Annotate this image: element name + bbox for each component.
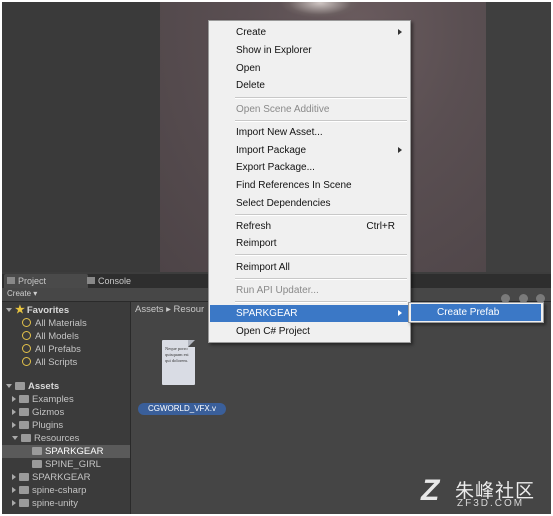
tree-folder-plugins[interactable]: Plugins: [12, 419, 63, 432]
menu-separator: [235, 214, 407, 216]
favorite-item[interactable]: All Prefabs: [22, 343, 81, 356]
menu-item-select-dependencies[interactable]: Select Dependencies: [210, 195, 409, 212]
asset-file-name[interactable]: CGWORLD_VFX.v: [138, 403, 226, 415]
menu-item-show-in-explorer[interactable]: Show in Explorer: [210, 42, 409, 59]
search-icon: [22, 357, 31, 366]
expand-icon: [12, 487, 16, 493]
submenu-arrow-icon: [398, 147, 402, 153]
favorite-item[interactable]: All Models: [22, 330, 79, 343]
menu-item-create-prefab[interactable]: Create Prefab: [411, 304, 541, 321]
tab-project[interactable]: Project: [4, 274, 88, 288]
watermark-logo-icon: Z: [421, 474, 440, 507]
favorite-item[interactable]: All Materials: [22, 317, 87, 330]
folder-icon: [15, 382, 25, 390]
tree-folder-examples[interactable]: Examples: [12, 393, 74, 406]
menu-separator: [235, 278, 407, 280]
folder-icon: [19, 408, 29, 416]
expand-icon: [12, 500, 16, 506]
tree-folder-spine-csharp[interactable]: spine-csharp: [12, 484, 86, 497]
folder-icon: [19, 499, 29, 507]
menu-item-find-references[interactable]: Find References In Scene: [210, 177, 409, 194]
submenu-arrow-icon: [398, 29, 402, 35]
folder-icon: [7, 277, 15, 284]
menu-item-open[interactable]: Open: [210, 60, 409, 77]
menu-item-export-package[interactable]: Export Package...: [210, 159, 409, 176]
inspector-panel: [486, 2, 551, 272]
search-icon: [22, 331, 31, 340]
expand-icon: [12, 422, 16, 428]
menu-item-sparkgear[interactable]: SPARKGEAR: [210, 305, 409, 322]
tree-folder-resources[interactable]: Resources: [12, 432, 79, 445]
favorites-header[interactable]: ★ Favorites: [6, 304, 69, 317]
folder-icon: [19, 473, 29, 481]
menu-item-reimport[interactable]: Reimport: [210, 235, 409, 252]
menu-item-reimport-all[interactable]: Reimport All: [210, 259, 409, 276]
scene-object: [280, 2, 360, 18]
menu-item-create[interactable]: Create: [210, 24, 409, 41]
favorite-item[interactable]: All Scripts: [22, 356, 77, 369]
menu-item-open-csharp-project[interactable]: Open C# Project: [210, 323, 409, 340]
expand-icon: [12, 396, 16, 402]
watermark-domain: ZF3D.COM: [457, 498, 525, 509]
expand-icon: [12, 436, 18, 440]
tree-folder-spine-girl[interactable]: SPINE_GIRL: [32, 458, 101, 471]
submenu-arrow-icon: [398, 310, 402, 316]
menu-item-import-new-asset[interactable]: Import New Asset...: [210, 124, 409, 141]
expand-icon: [12, 474, 16, 480]
breadcrumb[interactable]: Assets ▸ Resour: [135, 304, 204, 315]
tree-folder-sparkgear[interactable]: SPARKGEAR: [12, 471, 90, 484]
menu-item-run-api-updater: Run API Updater...: [236, 285, 319, 296]
menu-item-open-scene-additive: Open Scene Additive: [236, 104, 330, 115]
menu-separator: [235, 301, 407, 303]
sparkgear-submenu: Create Prefab: [408, 302, 544, 323]
tree-folder-gizmos[interactable]: Gizmos: [12, 406, 64, 419]
search-icon: [22, 344, 31, 353]
folder-icon: [19, 421, 29, 429]
star-icon: ★: [15, 304, 25, 316]
expand-icon: [12, 409, 16, 415]
menu-separator: [235, 97, 407, 99]
folder-icon: [21, 434, 31, 442]
folder-icon: [19, 395, 29, 403]
shortcut-label: Ctrl+R: [366, 221, 395, 232]
asset-file-thumbnail[interactable]: Neque porro quisquam est qui dolorem.: [162, 340, 195, 385]
tab-console[interactable]: Console: [84, 274, 178, 288]
console-icon: [87, 277, 95, 284]
folder-icon: [32, 460, 42, 468]
expand-icon: [6, 384, 12, 388]
menu-separator: [235, 120, 407, 122]
folder-icon: [19, 486, 29, 494]
watermark: Z 朱峰社区 ZF3D.COM: [419, 474, 549, 514]
menu-separator: [235, 254, 407, 256]
menu-item-refresh[interactable]: Refresh Ctrl+R: [210, 218, 409, 235]
tree-folder-spine-unity[interactable]: spine-unity: [12, 497, 78, 510]
folder-icon: [32, 447, 42, 455]
assets-header[interactable]: Assets: [6, 380, 59, 393]
project-tree: ★ Favorites All Materials All Models All …: [2, 302, 131, 514]
hierarchy-panel: [2, 2, 160, 272]
context-menu: Create Show in Explorer Open Delete Open…: [208, 20, 411, 343]
menu-item-delete[interactable]: Delete: [210, 77, 409, 94]
search-icon: [22, 318, 31, 327]
expand-icon: [6, 308, 12, 312]
tree-folder-sparkgear-selected[interactable]: SPARKGEAR: [2, 445, 130, 458]
menu-item-import-package[interactable]: Import Package: [210, 142, 409, 159]
create-dropdown[interactable]: Create ▾: [7, 289, 37, 298]
